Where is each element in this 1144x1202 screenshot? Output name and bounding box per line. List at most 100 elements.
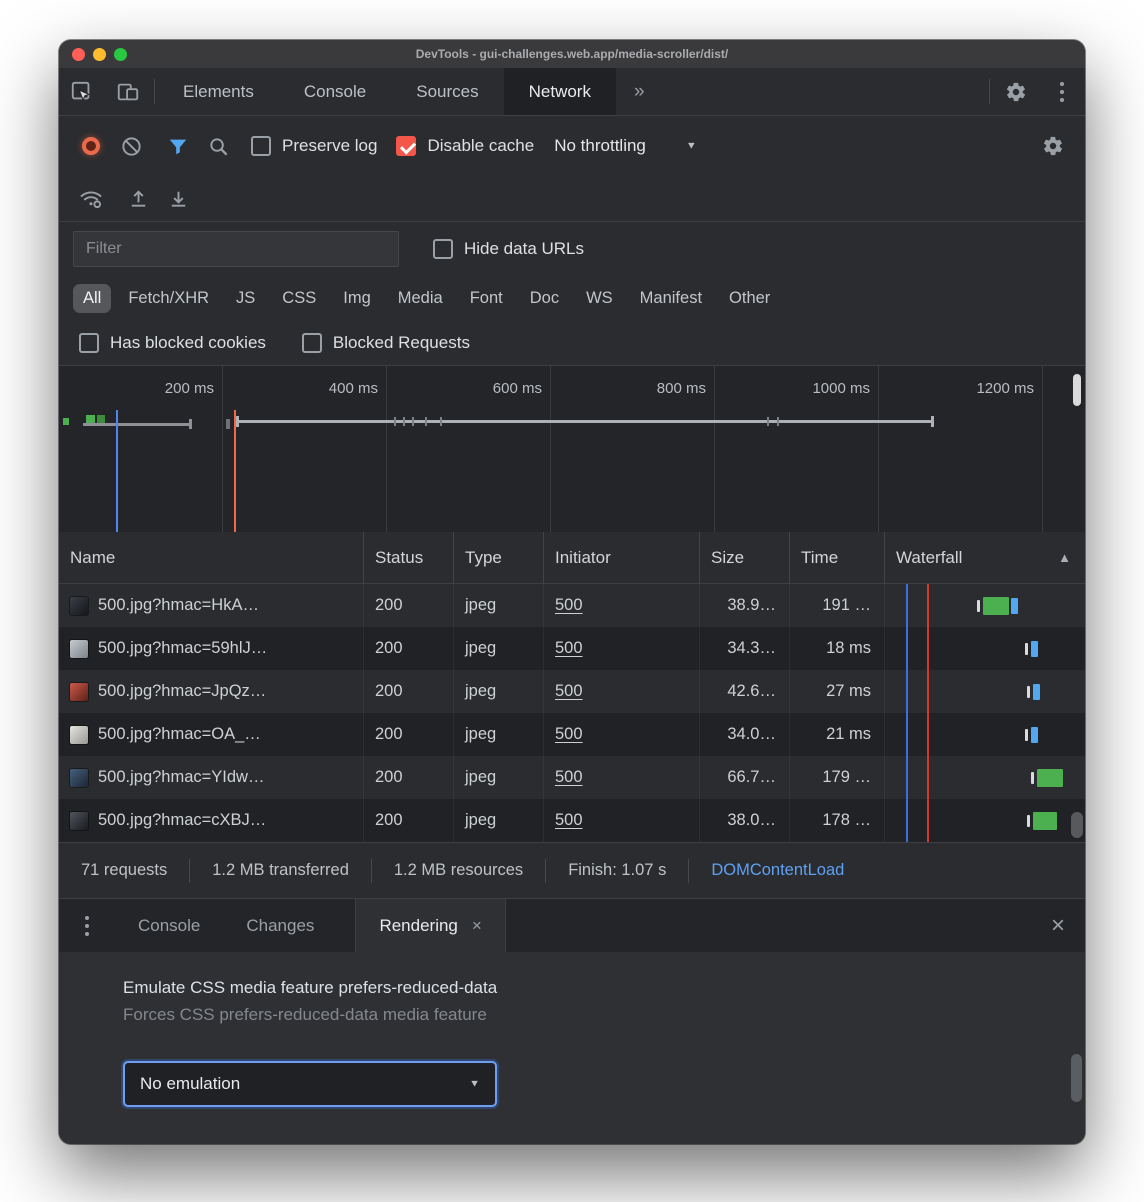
initiator-cell: 500 bbox=[544, 584, 700, 627]
filter-input[interactable] bbox=[73, 231, 399, 267]
checkbox-label: Hide data URLs bbox=[464, 239, 584, 259]
column-header-time[interactable]: Time bbox=[790, 532, 885, 583]
has-blocked-cookies-checkbox[interactable]: Has blocked cookies bbox=[73, 333, 272, 353]
size-cell: 66.7… bbox=[700, 756, 790, 799]
overview-tick-mark bbox=[440, 417, 442, 426]
arrow-up-from-line-icon bbox=[127, 187, 150, 210]
dom-content-loaded-line bbox=[116, 410, 118, 532]
drawer-scrollbar-thumb[interactable] bbox=[1071, 1054, 1082, 1102]
hide-data-urls-checkbox[interactable]: Hide data URLs bbox=[427, 239, 590, 259]
initiator-cell: 500 bbox=[544, 799, 700, 842]
column-header-waterfall[interactable]: Waterfall ▲ bbox=[885, 532, 1085, 583]
tab-console[interactable]: Console bbox=[279, 68, 391, 115]
column-header-name[interactable]: Name bbox=[59, 532, 364, 583]
rendering-panel: Emulate CSS media feature prefers-reduce… bbox=[59, 952, 1085, 1144]
table-row[interactable]: 500.jpg?hmac=59hlJ… 200 jpeg 500 34.3… 1… bbox=[59, 627, 1085, 670]
table-row[interactable]: 500.jpg?hmac=OA_… 200 jpeg 500 34.0… 21 … bbox=[59, 713, 1085, 756]
network-conditions-button[interactable] bbox=[71, 181, 111, 217]
column-label: Time bbox=[801, 548, 838, 568]
import-har-button[interactable] bbox=[118, 181, 158, 217]
filter-toggle-button[interactable] bbox=[158, 128, 198, 164]
table-row[interactable]: 500.jpg?hmac=HkA… 200 jpeg 500 38.9… 191… bbox=[59, 584, 1085, 627]
device-toolbar-button[interactable] bbox=[105, 68, 151, 115]
column-header-type[interactable]: Type bbox=[454, 532, 544, 583]
settings-button[interactable] bbox=[993, 68, 1039, 115]
initiator-link[interactable]: 500 bbox=[555, 639, 583, 658]
waterfall-cell bbox=[885, 799, 1085, 842]
drawer-menu-button[interactable] bbox=[59, 899, 115, 952]
column-header-status[interactable]: Status bbox=[364, 532, 454, 583]
emulation-select[interactable]: No emulation ▼ bbox=[123, 1061, 497, 1107]
more-tabs-button[interactable]: » bbox=[616, 68, 663, 115]
search-icon bbox=[207, 135, 230, 158]
chip-media[interactable]: Media bbox=[388, 284, 453, 313]
request-name: 500.jpg?hmac=HkA… bbox=[98, 596, 259, 615]
tab-sources[interactable]: Sources bbox=[391, 68, 503, 115]
chip-other[interactable]: Other bbox=[719, 284, 780, 313]
tick-label: 200 ms bbox=[165, 380, 214, 397]
size-cell: 34.0… bbox=[700, 713, 790, 756]
chip-img[interactable]: Img bbox=[333, 284, 381, 313]
initiator-link[interactable]: 500 bbox=[555, 811, 583, 830]
chip-css[interactable]: CSS bbox=[272, 284, 326, 313]
table-row[interactable]: 500.jpg?hmac=cXBJ… 200 jpeg 500 38.0… 17… bbox=[59, 799, 1085, 842]
overview-tick: 200 ms bbox=[59, 366, 223, 532]
overview-request-bar bbox=[83, 423, 191, 426]
column-header-initiator[interactable]: Initiator bbox=[544, 532, 700, 583]
table-row[interactable]: 500.jpg?hmac=YIdw… 200 jpeg 500 66.7… 17… bbox=[59, 756, 1085, 799]
requests-count: 71 requests bbox=[59, 861, 189, 880]
initiator-link[interactable]: 500 bbox=[555, 768, 583, 787]
chip-manifest[interactable]: Manifest bbox=[630, 284, 712, 313]
drawer-tab-console[interactable]: Console bbox=[115, 899, 223, 952]
record-icon bbox=[82, 137, 100, 155]
initiator-link[interactable]: 500 bbox=[555, 725, 583, 744]
toolbar-separator bbox=[154, 79, 155, 104]
blocked-filters-row: Has blocked cookies Blocked Requests bbox=[59, 320, 1085, 366]
chip-ws[interactable]: WS bbox=[576, 284, 623, 313]
network-overview-strip[interactable]: 200 ms 400 ms 600 ms 800 ms 1000 ms 1200… bbox=[59, 366, 1085, 532]
size-cell: 34.3… bbox=[700, 627, 790, 670]
overview-tick: 600 ms bbox=[387, 366, 551, 532]
network-summary-bar: 71 requests 1.2 MB transferred 1.2 MB re… bbox=[59, 842, 1085, 898]
request-name: 500.jpg?hmac=59hlJ… bbox=[98, 639, 267, 658]
clear-network-log-button[interactable] bbox=[111, 128, 151, 164]
table-row[interactable]: 500.jpg?hmac=JpQz… 200 jpeg 500 42.6… 27… bbox=[59, 670, 1085, 713]
request-name: 500.jpg?hmac=YIdw… bbox=[98, 768, 264, 787]
tab-elements[interactable]: Elements bbox=[158, 68, 279, 115]
network-settings-button[interactable] bbox=[1033, 128, 1073, 164]
close-drawer-button[interactable]: × bbox=[1031, 899, 1085, 952]
overview-scrollbar[interactable] bbox=[1073, 374, 1081, 406]
export-har-button[interactable] bbox=[158, 181, 198, 217]
initiator-link[interactable]: 500 bbox=[555, 682, 583, 701]
chip-all[interactable]: All bbox=[73, 284, 111, 313]
inspect-element-button[interactable] bbox=[59, 68, 105, 115]
checkbox-label: Preserve log bbox=[282, 136, 377, 156]
initiator-link[interactable]: 500 bbox=[555, 596, 583, 615]
drawer-tab-rendering[interactable]: Rendering × bbox=[355, 899, 505, 952]
overview-tick-mark bbox=[403, 417, 405, 426]
record-network-log-button[interactable] bbox=[71, 128, 111, 164]
throttling-select[interactable]: No throttling ▼ bbox=[540, 136, 711, 156]
chip-font[interactable]: Font bbox=[460, 284, 513, 313]
load-event-line bbox=[234, 410, 236, 532]
devtools-menu-button[interactable] bbox=[1039, 68, 1085, 115]
tab-network[interactable]: Network bbox=[504, 68, 616, 115]
network-toolbar-secondary bbox=[59, 176, 1085, 222]
search-button[interactable] bbox=[198, 128, 238, 164]
disable-cache-checkbox[interactable]: Disable cache bbox=[390, 136, 540, 156]
table-scrollbar-thumb[interactable] bbox=[1071, 812, 1083, 838]
preserve-log-checkbox[interactable]: Preserve log bbox=[245, 136, 383, 156]
column-header-size[interactable]: Size bbox=[700, 532, 790, 583]
drawer-tab-changes[interactable]: Changes bbox=[223, 899, 337, 952]
blocked-requests-checkbox[interactable]: Blocked Requests bbox=[296, 333, 476, 353]
name-cell: 500.jpg?hmac=59hlJ… bbox=[59, 627, 364, 670]
image-thumbnail-icon bbox=[70, 640, 88, 658]
chip-fetch-xhr[interactable]: Fetch/XHR bbox=[118, 284, 219, 313]
request-name: 500.jpg?hmac=cXBJ… bbox=[98, 811, 266, 830]
overview-tick: 1200 ms bbox=[879, 366, 1043, 532]
throttling-value: No throttling bbox=[554, 136, 646, 156]
dom-content-loaded-time: DOMContentLoad bbox=[689, 861, 866, 880]
chip-js[interactable]: JS bbox=[226, 284, 265, 313]
close-tab-icon[interactable]: × bbox=[472, 916, 482, 936]
chip-doc[interactable]: Doc bbox=[520, 284, 569, 313]
